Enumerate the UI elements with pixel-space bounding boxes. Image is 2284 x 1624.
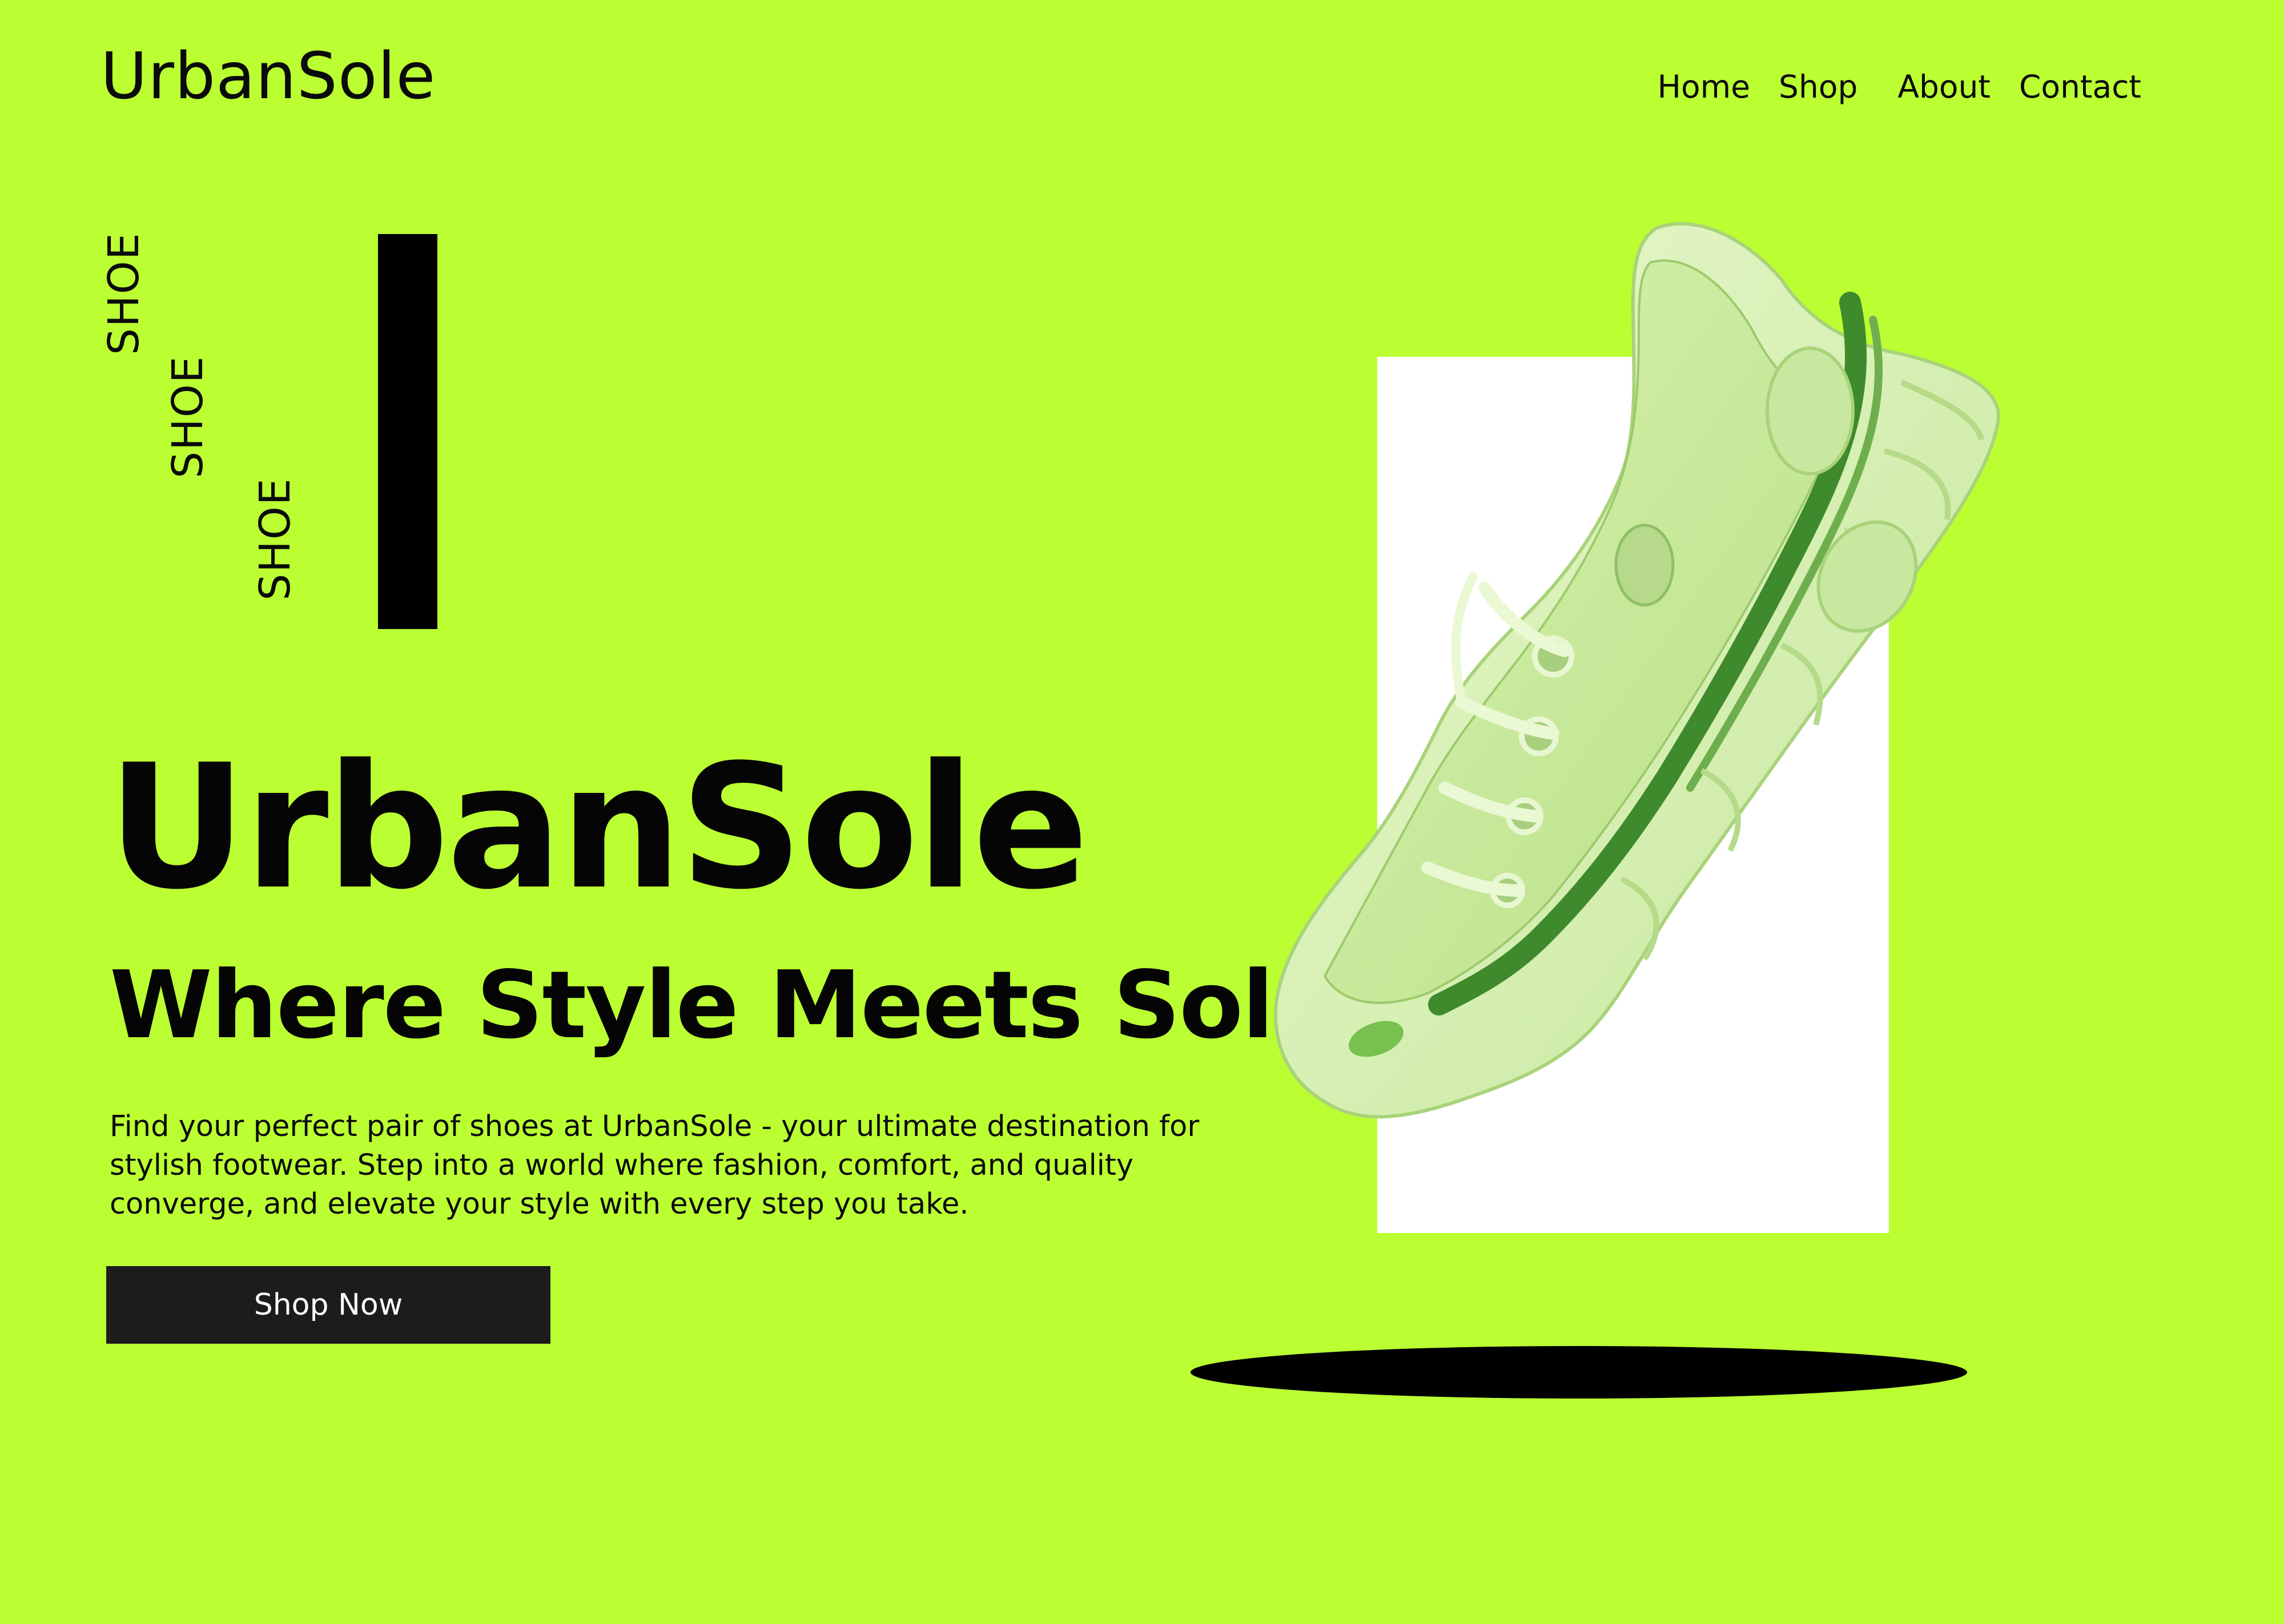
side-word-shoe-2: SHOE	[163, 355, 212, 478]
hero-subtitle: Where Style Meets Sole	[110, 952, 1336, 1059]
nav-contact[interactable]: Contact	[2019, 71, 2141, 103]
shop-now-button[interactable]: Shop Now	[106, 1266, 550, 1344]
main-nav: Home Shop About Contact	[1658, 64, 2141, 110]
side-word-shoe-3: SHOE	[251, 477, 300, 601]
nav-about[interactable]: About	[1897, 71, 1991, 103]
green-sneaker-icon	[1273, 222, 2001, 1119]
decorative-black-bar	[378, 234, 437, 629]
nav-home[interactable]: Home	[1658, 71, 1750, 103]
hero-description: Find your perfect pair of shoes at Urban…	[110, 1110, 1200, 1221]
site-logo[interactable]: UrbanSole	[100, 45, 436, 108]
nav-shop[interactable]: Shop	[1779, 71, 1857, 103]
side-word-shoe-1: SHOE	[99, 232, 148, 355]
landing-page: UrbanSole Home Shop About Contact SHOE S…	[0, 0, 2284, 1624]
hero-title: UrbanSole	[107, 728, 1089, 927]
